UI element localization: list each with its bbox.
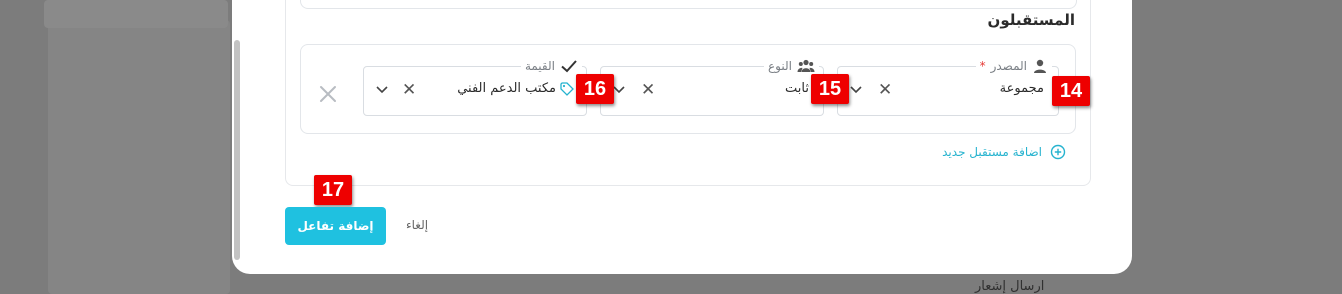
value-tag: مكتب الدعم الفني [457,81,574,96]
source-value: مجموعة [999,81,1044,96]
source-clear-button[interactable]: ✕ [878,81,892,99]
annotation-badge-16: 16 [576,74,614,104]
value-select[interactable]: القيمة مكتب الدعم الفني ✕ [363,58,587,116]
annotation-badge-17: 17 [314,175,352,205]
add-recipient-label: اضافة مستقبل جديد [942,145,1042,159]
value-label: القيمة [520,58,582,74]
background-panel-left [48,20,230,294]
recipients-title: المستقبلون [987,11,1075,29]
type-select[interactable]: النوع ثابت ✕ [600,58,824,116]
source-label-text: المصدر [990,59,1027,73]
background-send-notification: ارسال إشعار [975,279,1045,294]
source-select[interactable]: المصدر * مجموعة ✕ [837,58,1059,116]
value-value: مكتب الدعم الفني [457,81,556,96]
check-icon [561,60,577,73]
add-recipient-link[interactable]: اضافة مستقبل جديد [942,144,1066,160]
remove-recipient-icon[interactable] [316,82,340,106]
value-clear-button[interactable]: ✕ [402,81,416,99]
type-label-text: النوع [768,59,792,73]
source-chevron-down-icon[interactable] [846,79,866,99]
type-clear-button[interactable]: ✕ [641,81,655,99]
value-label-text: القيمة [524,59,555,73]
type-value: ثابت [785,81,809,96]
modal-scrollbar[interactable] [234,40,240,260]
background-panel-right [1132,20,1342,294]
type-label: النوع [764,58,819,74]
cancel-button[interactable]: إلغاء [406,218,428,232]
value-chevron-down-icon[interactable] [372,79,392,99]
add-interaction-button[interactable]: إضافة تفاعل [285,207,386,245]
required-mark: * [979,59,986,73]
tag-icon [560,81,574,96]
user-icon [1034,59,1046,73]
plus-circle-icon [1050,144,1066,160]
annotation-badge-14: 14 [1052,76,1090,106]
background-strip-top [44,0,228,28]
users-group-icon [797,59,815,72]
source-label: المصدر * [975,58,1052,74]
annotation-badge-15: 15 [811,74,849,104]
